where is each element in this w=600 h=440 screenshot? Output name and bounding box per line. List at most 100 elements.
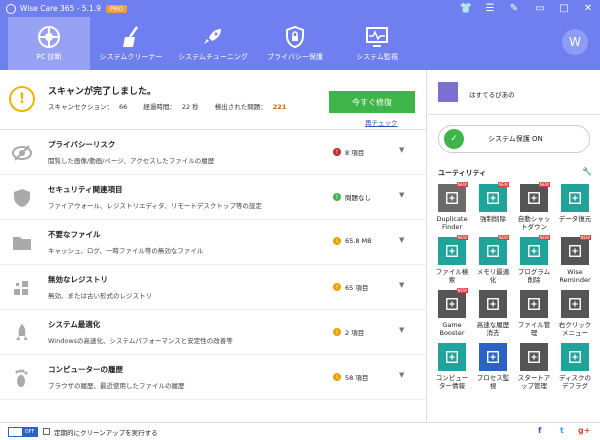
issue-row[interactable]: 不要なファイル キャッシュ、ログ、一時ファイル等の無効なファイル! 65.8 MB ▼ <box>0 220 427 265</box>
utilities-title: ユーティリティ <box>438 169 487 177</box>
issue-row[interactable]: コンピューターの履歴 ブラウザの履歴、最近使用したファイルの履歴! 58 項目 ▼ <box>0 355 427 400</box>
utility-label: コンピューター情報 <box>435 374 469 390</box>
issue-status: ! 8 項目 <box>333 147 364 157</box>
status-text: 問題なし <box>345 194 371 202</box>
utility-label: スタートアップ管理 <box>517 374 551 390</box>
schedule-checkbox[interactable] <box>43 428 50 435</box>
fix-now-button[interactable]: 今すぐ修復 <box>329 91 415 113</box>
file-manager-icon <box>520 290 548 318</box>
skin-icon[interactable]: 👕 <box>454 0 478 17</box>
facebook-icon[interactable]: f <box>538 426 541 435</box>
utility-item[interactable]: プロセス監視 <box>475 343 511 403</box>
system-protect-toggle[interactable]: ✓ システム保護 ON <box>438 125 590 153</box>
pro-badge: PRO <box>105 4 128 13</box>
chevron-down-icon[interactable]: ▼ <box>399 191 404 199</box>
utility-item[interactable]: NEW メモリ最適化 <box>475 235 511 297</box>
status-text: 65.8 MB <box>345 237 372 245</box>
status-dot-icon: ! <box>333 328 341 336</box>
new-badge: NEW <box>497 182 509 187</box>
tab-system-monitor[interactable]: システム監視 <box>336 17 418 70</box>
issue-title: 無効なレジストリ <box>48 275 108 284</box>
chevron-down-icon[interactable]: ▼ <box>399 236 404 244</box>
issue-row[interactable]: セキュリティ関連項目 ファイアウォール、レジストリエディタ、リモートデスクトップ等… <box>0 175 427 220</box>
maximize-icon[interactable]: □ <box>552 0 576 17</box>
status-dot-icon: ! <box>333 373 341 381</box>
uninstall-icon: NEW <box>520 235 550 265</box>
app-title: Wise Care 365 - 5.1.9 <box>20 4 101 13</box>
section-label: スキャンセクション： <box>48 103 113 111</box>
new-badge: NEW <box>538 235 550 240</box>
tab-label: PC 診断 <box>36 53 62 61</box>
issue-row[interactable]: 無効なレジストリ 無効、または古い形式のレジストリ! 65 項目 ▼ <box>0 265 427 310</box>
minimize-icon[interactable]: ▭ <box>528 0 552 17</box>
close-icon[interactable]: ✕ <box>576 0 600 17</box>
utility-label: Wise Reminder <box>559 268 591 284</box>
computer-info-icon <box>438 343 466 371</box>
wrench-icon[interactable]: 🔧 <box>582 167 592 176</box>
protect-label: システム保護 ON <box>488 135 543 143</box>
issue-title: システム最適化 <box>48 320 101 329</box>
issue-title: セキュリティ関連項目 <box>48 185 123 194</box>
chevron-down-icon[interactable]: ▼ <box>399 326 404 334</box>
twitter-icon[interactable]: t <box>560 426 564 435</box>
utility-item[interactable]: コンピューター情報 <box>434 343 470 403</box>
user-avatar[interactable] <box>438 82 458 102</box>
tab-system-tuning[interactable]: システムチューニング <box>172 17 254 70</box>
utility-item[interactable]: NEW プログラム削除 <box>516 235 552 297</box>
utility-item[interactable]: 高速な履歴消去 <box>475 290 511 350</box>
tab-label: システム監視 <box>356 53 398 61</box>
new-badge: NEW <box>579 235 591 240</box>
tab-pc-checkup[interactable]: PC 診断 <box>8 17 90 70</box>
rocket-icon: NEW <box>438 288 468 318</box>
utility-label: データ復元 <box>558 215 592 223</box>
utility-label: 自動シャットダウン <box>517 215 551 231</box>
utility-item[interactable]: 右クリックメニュー <box>557 290 593 350</box>
scan-title: スキャンが完了しました。 <box>48 87 157 97</box>
issue-desc: ブラウザの履歴、最近使用したファイルの履歴 <box>48 382 185 390</box>
utility-label: ファイル管理 <box>517 321 551 337</box>
issue-desc: 閲覧した画像/動画/ページ、アクセスしたファイルの履歴 <box>48 157 215 165</box>
utility-item[interactable]: ディスクのデフラグ <box>557 343 593 403</box>
issue-row[interactable]: システム最適化 Windowsの高速化、システムパフォーマンスと安定性の改善等! 2… <box>0 310 427 355</box>
google-plus-icon[interactable]: g+ <box>578 426 590 435</box>
utility-item[interactable]: NEW Game Booster <box>434 288 470 350</box>
lock-icon <box>286 25 304 49</box>
tab-label: システムクリーナー <box>99 53 163 61</box>
utility-label: 高速な履歴消去 <box>476 321 510 337</box>
section-value: 66 <box>119 103 128 111</box>
utility-item[interactable]: NEW Wise Reminder <box>557 235 593 297</box>
warning-icon: ! <box>9 86 35 112</box>
utility-label: 右クリックメニュー <box>558 321 592 337</box>
recheck-link[interactable]: 再チェック <box>365 117 398 127</box>
issue-row[interactable]: プライバシーリスク閲覧した画像/動画/ページ、アクセスしたファイルの履歴 ! 8 項… <box>0 130 427 175</box>
status-dot-icon: ! <box>333 283 341 291</box>
chevron-down-icon[interactable]: ▼ <box>399 371 404 379</box>
chevron-down-icon[interactable]: ▼ <box>399 146 404 154</box>
issue-title: プライバシーリスク <box>48 140 116 149</box>
status-text: 2 項目 <box>345 329 365 337</box>
utility-label: プログラム削除 <box>517 268 551 284</box>
memory-icon: NEW <box>479 235 509 265</box>
tab-privacy[interactable]: プライバシー保護 <box>254 17 336 70</box>
utility-item[interactable]: ファイル管理 <box>516 290 552 350</box>
issue-desc: Windowsの高速化、システムパフォーマンスと安定性の改善等 <box>48 337 233 345</box>
footer-bar: OFF 定期的にクリーンアップを実行する f t g+ <box>0 422 600 440</box>
feedback-icon[interactable]: ✎ <box>502 0 526 17</box>
chevron-down-icon[interactable]: ▼ <box>399 281 404 289</box>
utility-item[interactable]: スタートアップ管理 <box>516 343 552 403</box>
issue-status: ! 問題なし <box>333 192 371 202</box>
folder-icon <box>12 233 32 253</box>
process-monitor-icon <box>479 343 507 371</box>
user-profile: はすてるぴあの <box>428 70 600 115</box>
utility-label: Duplicate Finder <box>436 215 468 231</box>
status-dot-icon: ! <box>333 237 341 245</box>
issue-title: 不要なファイル <box>48 230 101 239</box>
schedule-toggle[interactable]: OFF <box>8 427 38 437</box>
tab-system-cleaner[interactable]: システムクリーナー <box>90 17 172 70</box>
context-menu-icon <box>561 290 589 318</box>
menu-icon[interactable]: ☰ <box>478 0 502 17</box>
account-avatar[interactable]: W <box>562 29 588 55</box>
status-dot-icon: ! <box>333 193 341 201</box>
utility-label: Game Booster <box>439 321 465 337</box>
utility-label: 強制削除 <box>480 215 506 223</box>
